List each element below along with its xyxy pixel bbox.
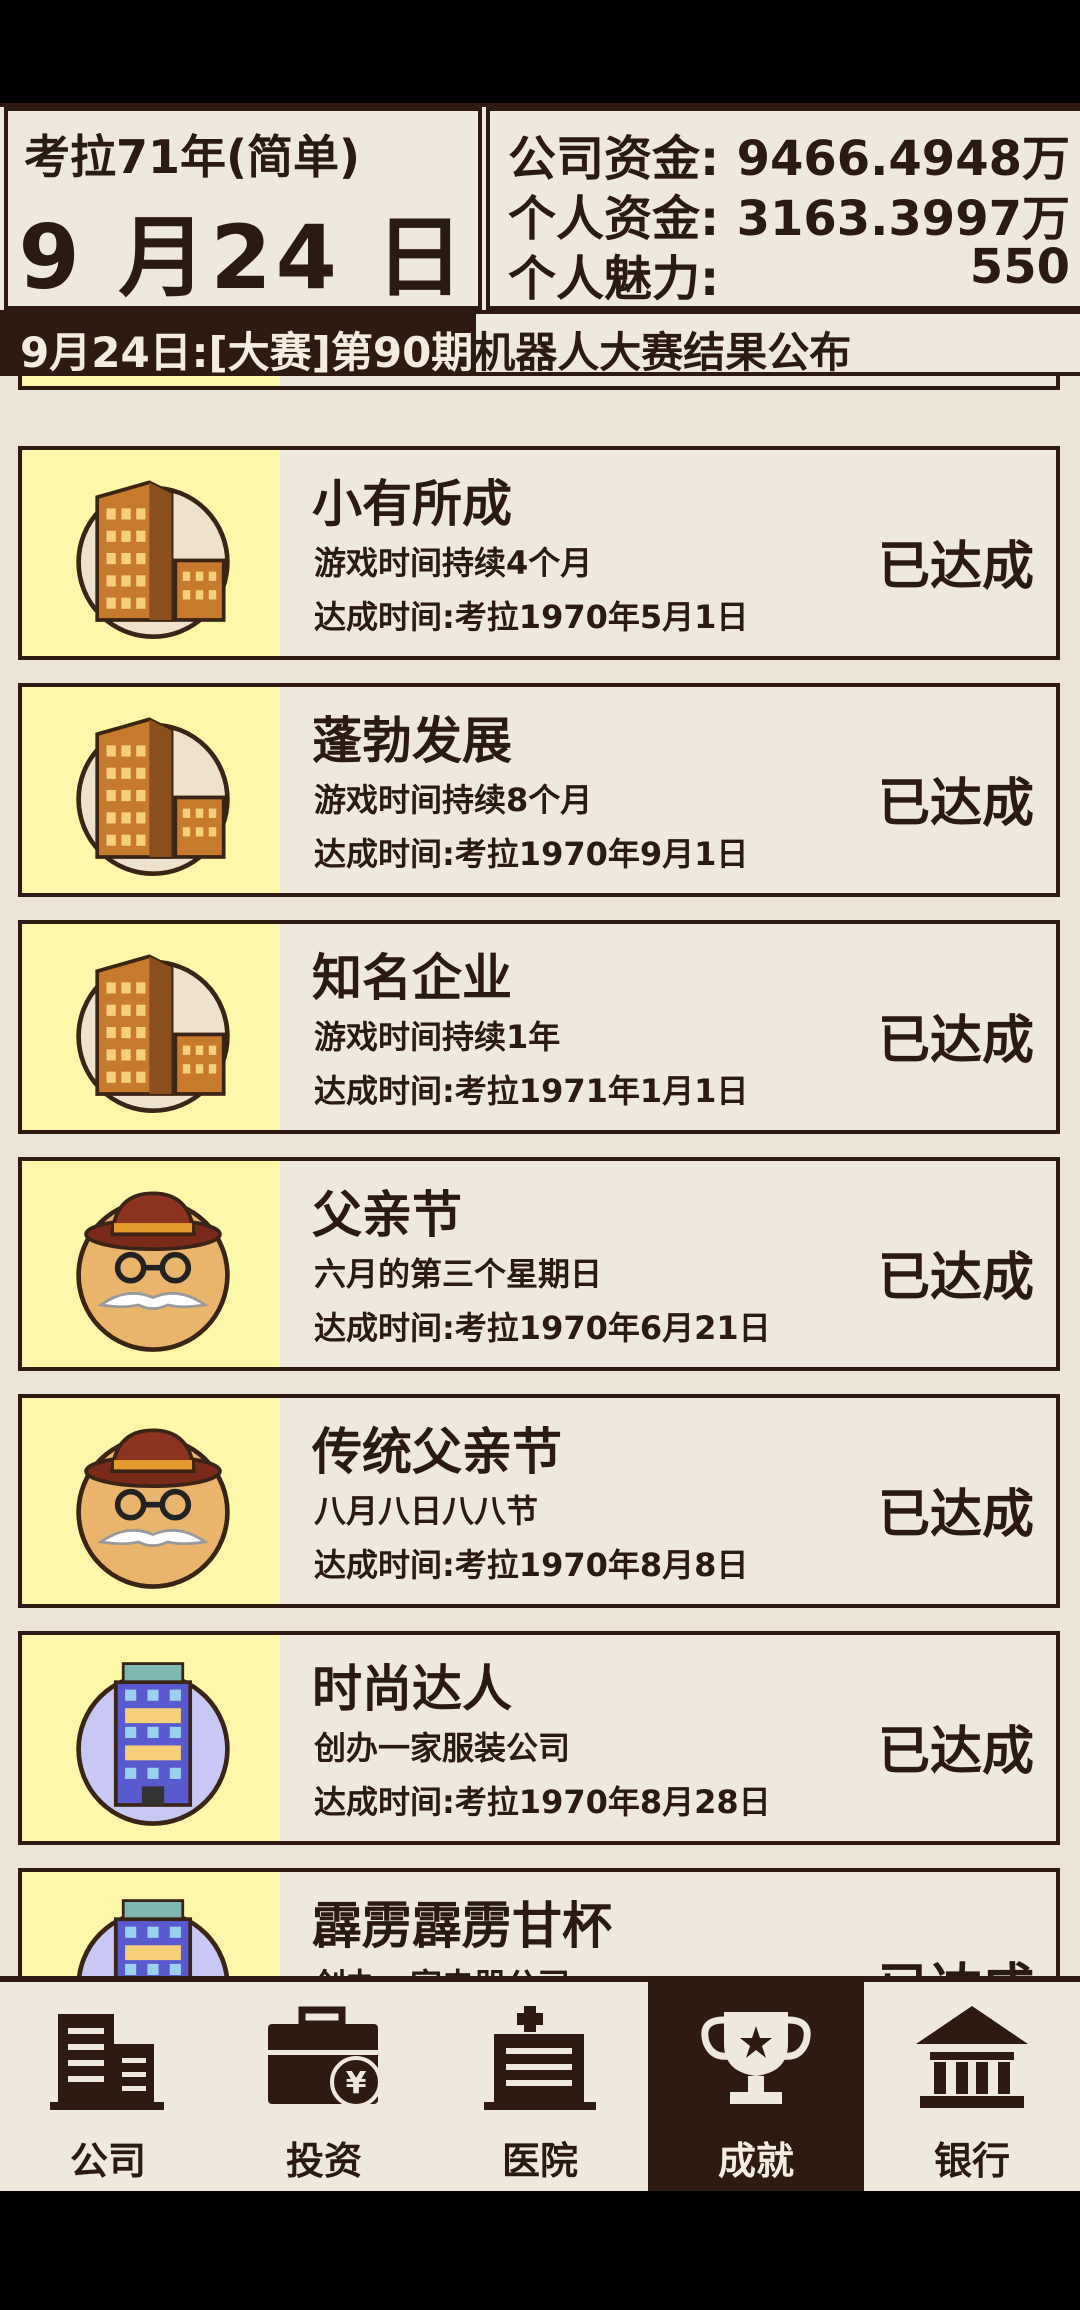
- achievement-card[interactable]: 传统父亲节 八月八日八八节 达成时间:考拉1970年8月8日 已达成: [18, 1394, 1060, 1608]
- achievement-list[interactable]: 小有所成 游戏时间持续4个月 达成时间:考拉1970年5月1日 已达成 蓬勃发展…: [0, 376, 1080, 1976]
- achievement-time: 达成时间:考拉1970年5月1日: [314, 598, 749, 636]
- achievement-title: 时尚达人: [312, 1660, 512, 1718]
- achievement-status: 已达成: [877, 1248, 1034, 1308]
- achievement-card[interactable]: 蓬勃发展 游戏时间持续8个月 达成时间:考拉1970年9月1日 已达成: [18, 683, 1060, 897]
- nav-achievements[interactable]: 成就: [648, 1982, 864, 2191]
- nav-company[interactable]: 公司: [0, 1982, 216, 2191]
- personal-funds-row: 个人资金: 3163.3997万: [508, 179, 1070, 247]
- trophy-icon: [701, 2012, 811, 2104]
- game-header: 考拉71年(简单) 9 月24 日 公司资金: 9466.4948万 个人资金:…: [0, 103, 1080, 310]
- achievement-status: 已达成: [877, 1011, 1034, 1071]
- achievement-desc: 创办一家服装公司: [314, 1729, 571, 1767]
- bottom-nav: 公司 ¥ 投资 医院 成就 银行: [0, 1976, 1080, 2191]
- system-nav-bar: [0, 2191, 1080, 2310]
- svg-text:¥: ¥: [346, 2066, 367, 2101]
- father-hat-mustache-icon: [76, 1191, 230, 1352]
- game-year: 考拉71年(简单): [24, 130, 361, 184]
- stats-panel: 公司资金: 9466.4948万 个人资金: 3163.3997万 个人魅力: …: [486, 107, 1080, 310]
- news-ticker[interactable]: 9月24日:[大赛]第90期机器人大赛结果公布 9月24日:[大赛]第90期机器…: [0, 310, 1080, 377]
- nav-label: 医院: [501, 2139, 578, 2183]
- achievement-status: 已达成: [878, 1946, 1034, 1976]
- achievement-desc: 游戏时间持续8个月: [314, 781, 593, 819]
- achievement-status: 已达成: [877, 537, 1034, 597]
- achievement-desc: 六月的第三个星期日: [314, 1255, 603, 1293]
- charm-row: 个人魅力: 550: [508, 239, 1070, 307]
- achievement-time: 达成时间:考拉1970年9月1日: [314, 835, 749, 873]
- office-building-icon: [76, 480, 230, 640]
- achievement-title: 蓬勃发展: [312, 712, 512, 770]
- office-building-icon: [76, 954, 230, 1114]
- achievement-status: 已达成: [877, 1722, 1034, 1782]
- charm-value: 550: [969, 239, 1070, 295]
- company-icon: [50, 2014, 164, 2110]
- achievement-card[interactable]: 霹雳霹雳甘杯 创办一家电器公司 已达成: [18, 1868, 1060, 1976]
- achievement-card[interactable]: 父亲节 六月的第三个星期日 达成时间:考拉1970年6月21日 已达成: [18, 1157, 1060, 1371]
- achievement-desc: 游戏时间持续1年: [314, 1018, 561, 1056]
- achievement-title: 父亲节: [312, 1186, 462, 1244]
- nav-label: 银行: [933, 2139, 1010, 2183]
- system-status-bar: [0, 0, 1080, 103]
- achievement-title: 小有所成: [312, 475, 512, 533]
- achievement-status: 已达成: [877, 1485, 1034, 1545]
- tower-building-icon: [76, 1662, 230, 1826]
- nav-hospital[interactable]: 医院: [432, 1982, 648, 2191]
- achievement-desc: 游戏时间持续4个月: [314, 544, 593, 582]
- briefcase-yen-icon: ¥: [268, 2006, 382, 2108]
- hospital-icon: [484, 2006, 596, 2110]
- nav-label: 成就: [717, 2139, 794, 2183]
- company-funds-row: 公司资金: 9466.4948万: [508, 119, 1070, 187]
- nav-bank[interactable]: 银行: [864, 1982, 1080, 2191]
- nav-label: 投资: [285, 2139, 362, 2183]
- game-date: 9 月24 日: [18, 206, 468, 309]
- achievement-title: 知名企业: [312, 949, 512, 1007]
- achievement-time: 达成时间:考拉1970年8月28日: [314, 1783, 771, 1821]
- achievement-card[interactable]: 小有所成 游戏时间持续4个月 达成时间:考拉1970年5月1日 已达成: [18, 446, 1060, 660]
- achievement-status: 已达成: [877, 774, 1034, 834]
- achievement-desc: 八月八日八八节: [314, 1492, 539, 1530]
- nav-label: 公司: [69, 2139, 146, 2183]
- achievement-card[interactable]: 时尚达人 创办一家服装公司 达成时间:考拉1970年8月28日 已达成: [18, 1631, 1060, 1845]
- achievement-title: 霹雳霹雳甘杯: [312, 1897, 612, 1955]
- tower-building-icon: [76, 1899, 230, 1976]
- father-hat-mustache-icon: [76, 1428, 230, 1589]
- achievement-title: 传统父亲节: [312, 1423, 562, 1481]
- achievement-card-partial-top: [18, 376, 1060, 390]
- nav-invest[interactable]: ¥ 投资: [216, 1982, 432, 2191]
- achievement-card[interactable]: 知名企业 游戏时间持续1年 达成时间:考拉1971年1月1日 已达成: [18, 920, 1060, 1134]
- office-building-icon: [76, 717, 230, 877]
- bank-icon: [916, 2006, 1028, 2108]
- achievement-time: 达成时间:考拉1970年8月8日: [314, 1546, 749, 1584]
- charm-label: 个人魅力:: [508, 251, 720, 307]
- achievement-time: 达成时间:考拉1970年6月21日: [314, 1309, 771, 1347]
- date-panel: 考拉71年(简单) 9 月24 日: [4, 107, 482, 310]
- achievement-time: 达成时间:考拉1971年1月1日: [314, 1072, 749, 1110]
- achievement-desc: 创办一家电器公司: [314, 1960, 570, 1976]
